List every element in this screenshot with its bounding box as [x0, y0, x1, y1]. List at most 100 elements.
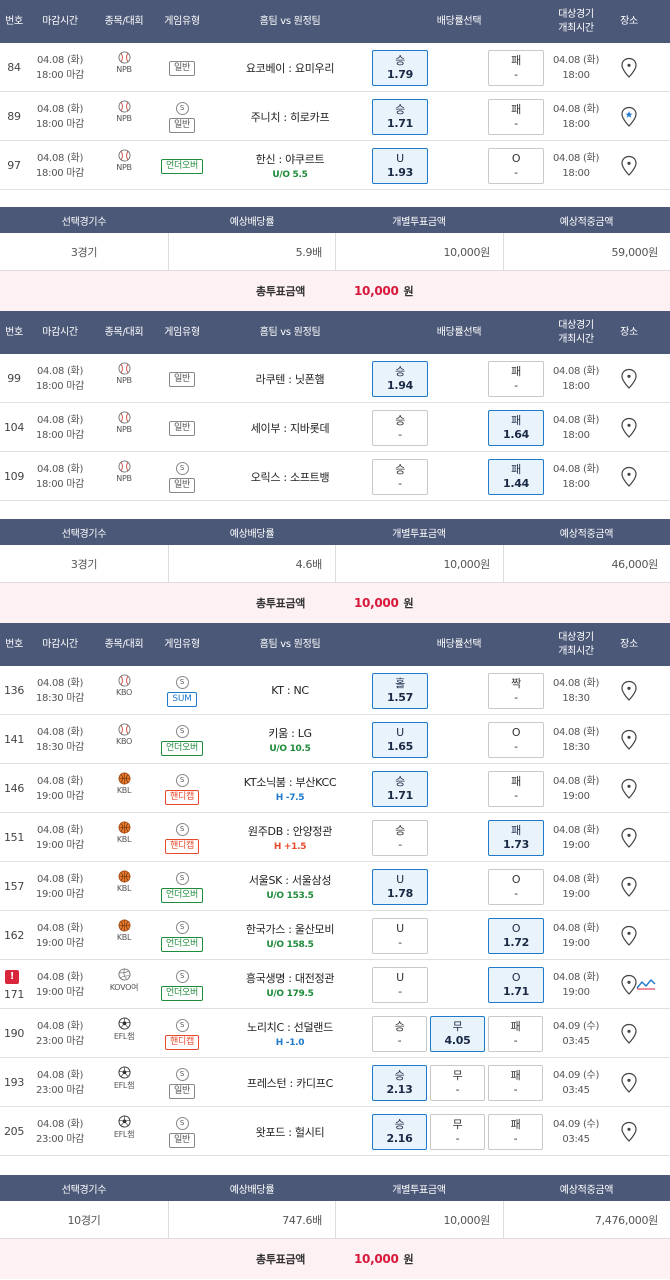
odds-option-option[interactable]: 패-	[488, 771, 544, 807]
odds-option-option[interactable]: U-	[372, 967, 428, 1003]
odds-option-option[interactable]: U-	[372, 918, 428, 954]
match-teams[interactable]: 라쿠텐 : 닛폰햄	[215, 354, 365, 403]
map-pin-star-icon[interactable]	[618, 106, 640, 128]
match-teams[interactable]: 한국가스 : 울산모비 U/O 158.5	[215, 911, 365, 960]
map-pin-icon[interactable]	[618, 417, 640, 439]
match-teams[interactable]: KT : NC	[215, 666, 365, 715]
odds-option-option[interactable]: 승-	[372, 410, 428, 446]
match-teams[interactable]: 세이부 : 지바롯데	[215, 403, 365, 452]
map-pin-icon[interactable]	[618, 778, 640, 800]
match-teams[interactable]: 노리치C : 선덜랜드 H -1.0	[215, 1009, 365, 1058]
odds-option-option[interactable]: 패-	[488, 1065, 543, 1101]
odds-option-option[interactable]: O-	[488, 722, 544, 758]
odds-option-option[interactable]: O-	[488, 148, 544, 184]
odds-value: 1.72	[503, 936, 529, 949]
summary-header-odds: 예상배당률	[229, 216, 275, 228]
odds-option-selected[interactable]: 승 1.71	[372, 99, 428, 135]
odds-option-selected[interactable]: 패 1.73	[488, 820, 544, 856]
odds-option-selected[interactable]: 무 4.05	[430, 1016, 485, 1052]
odds-option-selected[interactable]: 홀 1.57	[372, 673, 428, 709]
match-teams[interactable]: 왓포드 : 헐시티	[215, 1107, 365, 1156]
odds-option-selected[interactable]: 승 1.71	[372, 771, 428, 807]
odds-label: 패	[511, 54, 521, 67]
odds-value: 2.13	[386, 1083, 413, 1096]
basketball-icon	[118, 772, 131, 786]
match-teams[interactable]: KT소닉붐 : 부산KCC H -7.5	[215, 764, 365, 813]
match-teams[interactable]: 키움 : LG U/O 10.5	[215, 715, 365, 764]
odds-option-selected[interactable]: 승 2.16	[372, 1114, 427, 1150]
match-teams[interactable]: 서울SK : 서울삼성 U/O 153.5	[215, 862, 365, 911]
map-pin-icon[interactable]	[618, 1121, 640, 1143]
odds-option-option[interactable]: 패-	[488, 1114, 543, 1150]
odds-option-selected[interactable]: 패 1.64	[488, 410, 544, 446]
map-pin-icon[interactable]	[618, 729, 640, 751]
odds-option-option[interactable]: 승-	[372, 820, 428, 856]
league-name: NPB	[116, 425, 132, 434]
odds-option-option[interactable]: 패-	[488, 99, 544, 135]
map-pin-icon[interactable]	[618, 1072, 640, 1094]
match-teams[interactable]: 프레스턴 : 카디프C	[215, 1058, 365, 1107]
odds-value: -	[514, 379, 518, 392]
odds-option-selected[interactable]: U 1.93	[372, 148, 428, 184]
total-stake-value: 10,000 원	[354, 1252, 414, 1266]
team-names: 흥국생명 : 대전정관	[245, 972, 335, 985]
match-teams[interactable]: 원주DB : 안양정관 H +1.5	[215, 813, 365, 862]
odds-option-option[interactable]: 승-	[372, 1016, 427, 1052]
map-pin-icon[interactable]	[618, 925, 640, 947]
game-type-badge: 핸디캡	[165, 789, 199, 805]
sport-league: KBL	[98, 821, 150, 844]
odds-option-selected[interactable]: O 1.72	[488, 918, 544, 954]
event-schedule: 04.08 (화) 18:00	[552, 366, 600, 392]
sport-league: NPB	[98, 460, 150, 483]
odds-option-selected[interactable]: 패 1.44	[488, 459, 544, 495]
odds-option-option[interactable]: O-	[488, 869, 544, 905]
match-teams[interactable]: 흥국생명 : 대전정관 U/O 179.5	[215, 960, 365, 1009]
game-type-badge: 일반	[169, 1132, 195, 1148]
odds-option-option[interactable]: 짝-	[488, 673, 544, 709]
odds-option-option[interactable]: 승-	[372, 459, 428, 495]
match-teams[interactable]: 한신 : 야쿠르트 U/O 5.5	[215, 141, 365, 190]
odds-option-option[interactable]: 무-	[430, 1114, 485, 1150]
odds-option-selected[interactable]: 승 1.94	[372, 361, 428, 397]
odds-option-selected[interactable]: 승 1.79	[372, 50, 428, 86]
header-type: 게임유형	[164, 15, 200, 27]
odds-option-option[interactable]: 패-	[488, 50, 544, 86]
map-pin-icon[interactable]	[618, 827, 640, 849]
map-pin-icon[interactable]	[618, 57, 640, 79]
odds-option-selected[interactable]: U 1.65	[372, 722, 428, 758]
special-s-icon: S	[175, 724, 189, 738]
summary-header-payout: 예상적중금액	[559, 1184, 614, 1196]
trend-chart-icon[interactable]	[636, 975, 656, 994]
odds-value: -	[398, 428, 402, 441]
baseball-icon	[117, 411, 131, 425]
game-number: 157	[3, 880, 25, 893]
table-row: 190 04.08 (화) 23:00 마감 EFL챔 S 핸디캡 노리치C : 선덜랜드 H…	[0, 1009, 670, 1058]
odds-label: O	[511, 873, 521, 886]
map-pin-icon[interactable]	[618, 1023, 640, 1045]
match-teams[interactable]: 요코베이 : 요미우리	[215, 43, 365, 92]
deadline-time: 04.08 (화) 19:00 마감	[36, 972, 84, 998]
match-teams[interactable]: 오릭스 : 소프트뱅	[215, 452, 365, 501]
odds-option-option[interactable]: 패-	[488, 361, 544, 397]
match-teams[interactable]: 주니치 : 히로카프	[215, 92, 365, 141]
total-stake-value: 10,000 원	[354, 596, 414, 610]
map-pin-icon[interactable]	[618, 368, 640, 390]
total-stake-label: 총투표금액	[256, 1253, 306, 1266]
alert-icon[interactable]: !	[5, 970, 19, 984]
baseball-icon	[117, 723, 131, 737]
odds-option-option[interactable]: 패-	[488, 1016, 543, 1052]
game-type-badge: 언더오버	[161, 158, 203, 174]
team-names: KT소닉붐 : 부산KCC	[243, 776, 337, 789]
team-names: 프레스턴 : 카디프C	[247, 1076, 333, 1090]
map-pin-icon[interactable]	[618, 680, 640, 702]
map-pin-icon[interactable]	[618, 466, 640, 488]
game-type: S 핸디캡	[156, 816, 208, 860]
map-pin-icon[interactable]	[618, 155, 640, 177]
table-row: 97 04.08 (화) 18:00 마감 NPB 언더오버 한신 : 야쿠르트 U/O 5…	[0, 141, 670, 190]
odds-option-selected[interactable]: O 1.71	[488, 967, 544, 1003]
odds-value: 1.44	[503, 477, 529, 490]
map-pin-icon[interactable]	[618, 876, 640, 898]
odds-option-option[interactable]: 무-	[430, 1065, 485, 1101]
odds-option-selected[interactable]: 승 2.13	[372, 1065, 427, 1101]
odds-option-selected[interactable]: U 1.78	[372, 869, 428, 905]
